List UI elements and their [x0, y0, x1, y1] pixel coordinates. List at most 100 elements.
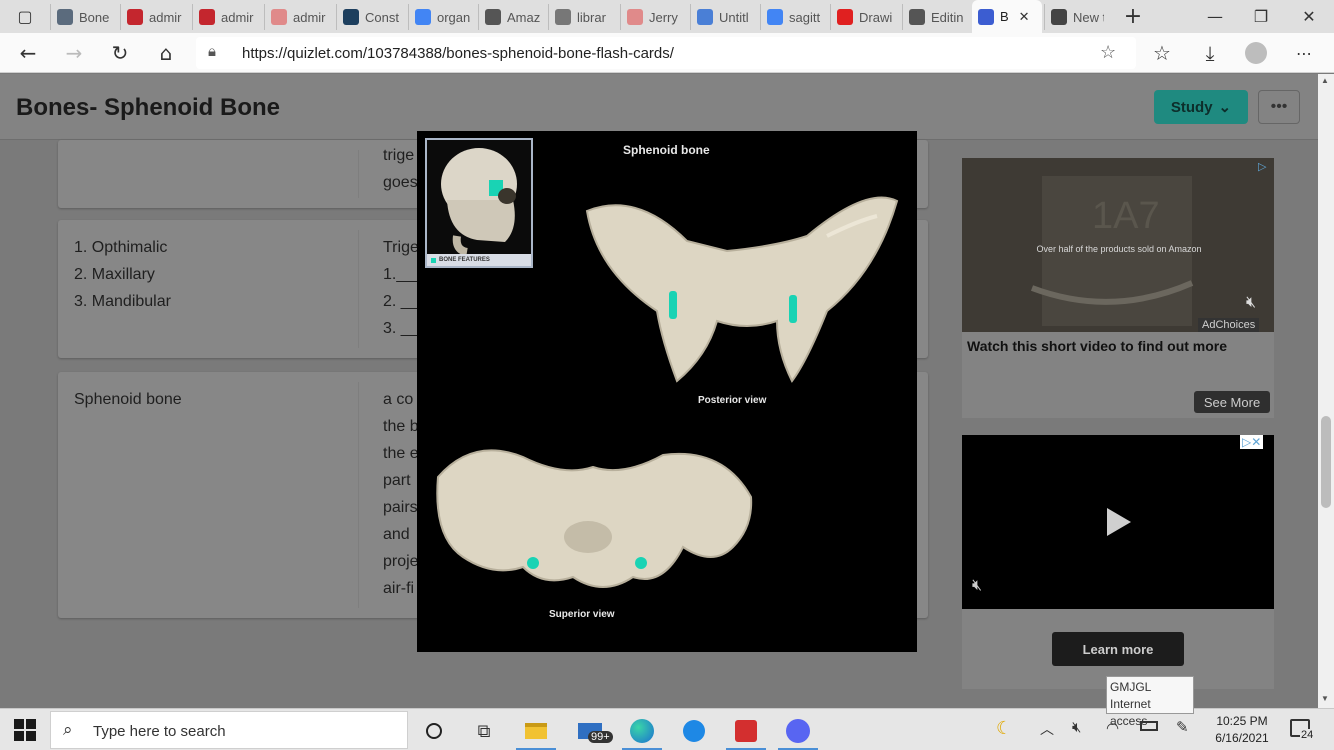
discord-icon[interactable]: [774, 713, 822, 750]
browser-tab[interactable]: Untitl: [690, 4, 760, 30]
image-modal[interactable]: Sphenoid bone BONE FEATURES Posterior vi…: [417, 131, 917, 652]
ad-info-icon[interactable]: ▷: [1258, 160, 1266, 173]
browser-tab[interactable]: admir: [264, 4, 334, 30]
mail-icon[interactable]: 99+: [566, 713, 614, 749]
page-scrollbar[interactable]: ▲ ▼: [1318, 74, 1334, 708]
browser-tab[interactable]: librar: [548, 4, 618, 30]
browser-tab[interactable]: Jerry: [620, 4, 690, 30]
browser-tab[interactable]: Editin: [902, 4, 972, 30]
youtube-icon: [837, 9, 853, 25]
scrollbar-thumb[interactable]: [1321, 416, 1331, 508]
clock-date: 6/16/2021: [1215, 731, 1269, 745]
url-text: https://quizlet.com/103784388/bones-sphe…: [242, 45, 674, 62]
back-button[interactable]: ←: [12, 37, 44, 69]
favorite-star-icon[interactable]: ☆: [1100, 42, 1116, 63]
more-options-button[interactable]: •••: [1258, 90, 1300, 124]
card-divider: [358, 150, 359, 198]
ad-headline[interactable]: Watch this short video to find out more: [967, 338, 1227, 354]
term-line: Sphenoid bone: [74, 391, 182, 408]
ad-video[interactable]: 🔇︎ ▷✕: [962, 435, 1274, 609]
browser-tab[interactable]: New t: [1044, 4, 1104, 30]
quizlet-icon: [978, 8, 994, 25]
taskbar-search[interactable]: ⌕ Type here to search: [50, 711, 408, 749]
tab-actions-icon[interactable]: ▢: [2, 0, 48, 33]
edge-browser-icon[interactable]: [618, 713, 666, 750]
profile-avatar[interactable]: [1240, 37, 1272, 69]
card-term: 1. Opthimalic 2. Maxillary 3. Mandibular: [74, 234, 171, 315]
file-explorer-icon[interactable]: [512, 713, 560, 750]
browser-tab[interactable]: Const: [336, 4, 406, 30]
skull-thumbnail: BONE FEATURES: [425, 138, 533, 268]
definition-line: part: [383, 472, 411, 489]
video-ad[interactable]: 🔇︎ ▷✕ Learn more: [962, 435, 1274, 689]
mail-badge: 99+: [588, 731, 613, 743]
muted-speaker-icon[interactable]: 🔇︎: [1246, 294, 1256, 312]
ad-video[interactable]: 1A7 Over half of the products sold on Am…: [962, 158, 1274, 332]
play-icon[interactable]: [1105, 507, 1133, 537]
windows-start-icon[interactable]: [14, 719, 36, 741]
browser-tab[interactable]: admir: [120, 4, 190, 30]
favorites-icon[interactable]: ☆: [1146, 37, 1178, 69]
book-icon: [343, 9, 359, 25]
definition-line: air-fi: [383, 580, 415, 597]
study-label: Study: [1170, 98, 1213, 116]
see-more-button[interactable]: See More: [1194, 391, 1270, 413]
home-button[interactable]: ⌂: [150, 37, 182, 69]
browser-tab[interactable]: B ✕: [972, 0, 1042, 33]
close-window-button[interactable]: ✕: [1286, 0, 1332, 33]
chevron-up-icon[interactable]: ︿: [1040, 719, 1054, 739]
definition-line: a co: [383, 391, 414, 408]
tab-label: B: [1000, 9, 1009, 24]
scroll-up-icon[interactable]: ▲: [1321, 76, 1329, 85]
pdf-icon: [127, 9, 143, 25]
study-button[interactable]: Study ⌄: [1154, 90, 1248, 124]
new-tab-button[interactable]: +: [1110, 0, 1156, 33]
term-line: 1. Opthimalic: [74, 239, 168, 256]
browser-tab[interactable]: Drawi: [830, 4, 900, 30]
cortana-icon[interactable]: [410, 713, 458, 749]
card-divider: [358, 230, 359, 348]
volume-muted-icon[interactable]: 🔇︎: [1072, 719, 1081, 736]
term-line: 3. Mandibular: [74, 293, 171, 310]
clock-time: 10:25 PM: [1216, 714, 1268, 728]
learn-more-button[interactable]: Learn more: [1052, 632, 1184, 666]
video-ad[interactable]: 1A7 Over half of the products sold on Am…: [962, 158, 1274, 418]
browser-tab[interactable]: Amaz: [478, 4, 548, 30]
definition-line: proje: [383, 553, 419, 570]
tab-label: New t: [1073, 9, 1104, 25]
thumbnail-caption: BONE FEATURES: [427, 254, 531, 266]
lock-icon[interactable]: 🔒︎: [208, 43, 216, 60]
minimize-button[interactable]: —: [1192, 0, 1238, 33]
paint-app-icon[interactable]: [670, 713, 718, 749]
search-icon: ⌕: [63, 720, 73, 739]
browser-tab[interactable]: admir: [192, 4, 262, 30]
newtab-icon: [1051, 9, 1067, 25]
tab-label: admir: [149, 9, 182, 25]
muted-speaker-icon[interactable]: 🔇︎: [972, 577, 982, 595]
definition-line: goes: [383, 174, 418, 191]
ad-choices-label[interactable]: AdChoices: [1198, 318, 1260, 332]
night-light-icon[interactable]: ☾: [996, 718, 1012, 739]
docs-icon: [697, 9, 713, 25]
settings-more-button[interactable]: ⋯: [1288, 37, 1320, 69]
downloads-icon[interactable]: ⤓: [1194, 37, 1226, 69]
task-view-icon[interactable]: ⧉: [460, 713, 508, 749]
close-tab-icon[interactable]: ✕: [1019, 9, 1030, 25]
network-name: GMJGL: [1110, 680, 1152, 694]
tab-label: Amaz: [507, 9, 541, 25]
address-bar[interactable]: 🔒︎ https://quizlet.com/103784388/bones-s…: [196, 37, 1136, 69]
tab-strip: ▢ Bone admir admir admir Const organ Amaz libra…: [0, 0, 1334, 33]
restore-button[interactable]: ❐: [1238, 0, 1284, 33]
system-clock[interactable]: 10:25 PM 6/16/2021: [1206, 713, 1278, 747]
tab-label: Untitl: [719, 9, 749, 25]
browser-tab[interactable]: organ: [408, 4, 478, 30]
browser-tab[interactable]: Bone: [50, 4, 120, 30]
tab-label: Drawi: [859, 9, 893, 25]
tab-label: Const: [365, 9, 399, 25]
acrobat-icon[interactable]: [722, 713, 770, 750]
forward-button[interactable]: →: [58, 37, 90, 69]
scroll-down-icon[interactable]: ▼: [1321, 694, 1329, 703]
refresh-button[interactable]: ↻: [104, 37, 136, 69]
browser-tab[interactable]: sagitt: [760, 4, 830, 30]
ad-info-close-icon[interactable]: ▷✕: [1240, 435, 1264, 449]
